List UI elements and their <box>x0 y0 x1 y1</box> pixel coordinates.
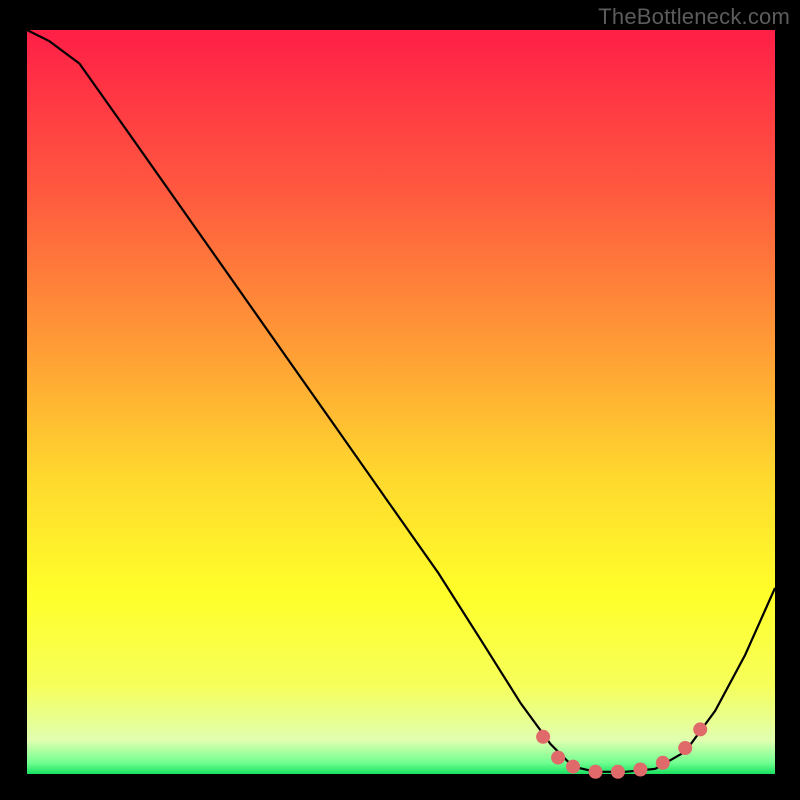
chart-canvas <box>0 0 800 800</box>
optimal-marker <box>566 760 580 774</box>
optimal-marker <box>678 741 692 755</box>
optimal-marker <box>693 722 707 736</box>
optimal-marker <box>551 751 565 765</box>
optimal-marker <box>536 730 550 744</box>
optimal-marker <box>589 765 603 779</box>
gradient-background <box>27 30 775 774</box>
optimal-marker <box>633 763 647 777</box>
optimal-marker <box>656 756 670 770</box>
optimal-marker <box>611 765 625 779</box>
